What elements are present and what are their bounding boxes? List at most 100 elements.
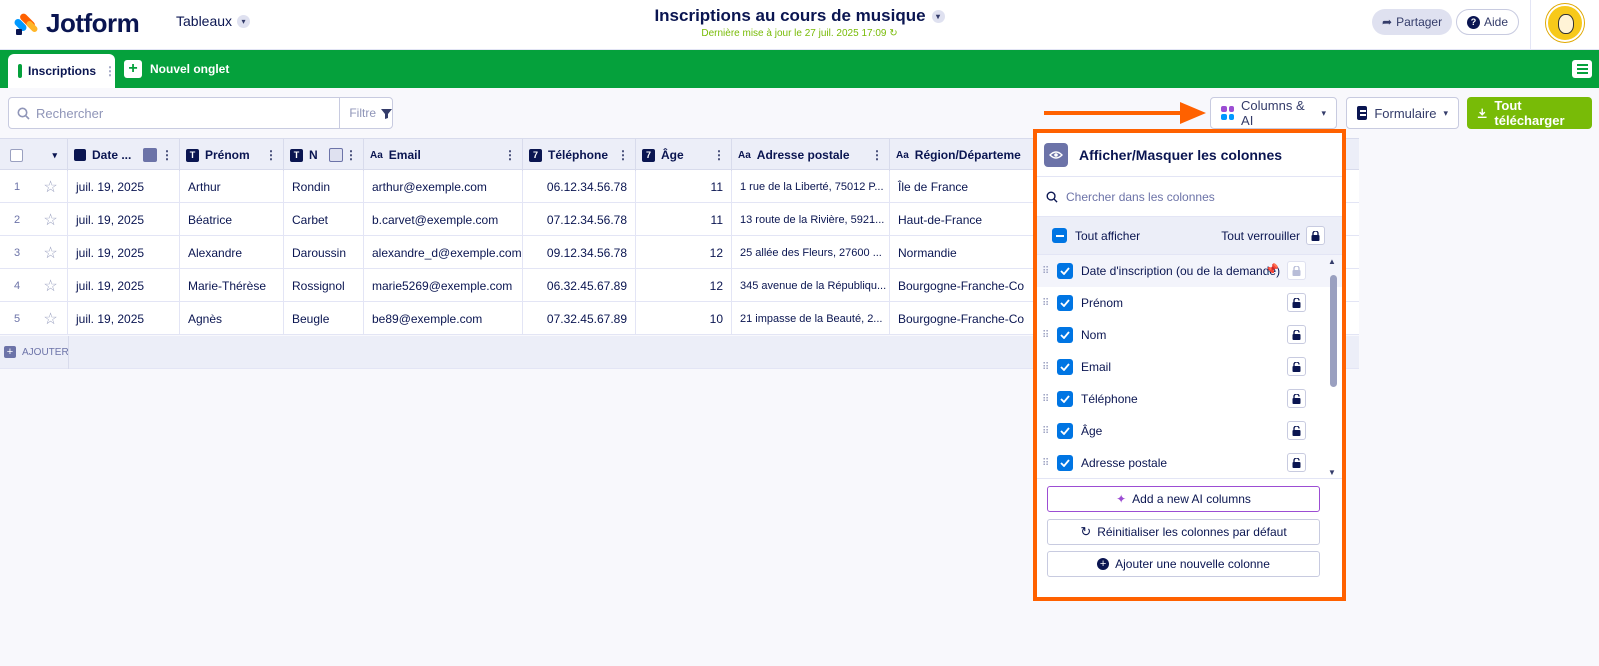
column-toggle-nom[interactable]: ⠿ Nom bbox=[1037, 319, 1342, 351]
cell-prenom[interactable]: Arthur bbox=[180, 170, 284, 203]
cell-telephone[interactable]: 06.12.34.56.78 bbox=[523, 170, 636, 203]
drag-handle-icon[interactable]: ⠿ bbox=[1042, 298, 1052, 309]
column-header-date[interactable]: Date ... ⋮ bbox=[68, 139, 180, 171]
unlock-icon[interactable] bbox=[1287, 325, 1306, 344]
column-menu-icon[interactable]: ⋮ bbox=[871, 148, 883, 162]
column-toggle-date[interactable]: ⠿ Date d'inscription (ou de la demande) … bbox=[1037, 255, 1342, 287]
cell-adresse[interactable]: 345 avenue de la Républiqu... bbox=[732, 269, 890, 302]
column-search-input[interactable]: Chercher dans les colonnes bbox=[1037, 177, 1342, 217]
cell-prenom[interactable]: Marie-Thérèse bbox=[180, 269, 284, 302]
cell-telephone[interactable]: 07.32.45.67.89 bbox=[523, 302, 636, 335]
reset-columns-button[interactable]: ↻ Réinitialiser les colonnes par défaut bbox=[1047, 519, 1320, 545]
column-menu-icon[interactable]: ⋮ bbox=[265, 148, 277, 162]
star-icon[interactable]: ☆ bbox=[34, 236, 68, 269]
cell-nom[interactable]: Carbet bbox=[284, 203, 364, 236]
checkbox-checked-icon[interactable] bbox=[1057, 327, 1073, 343]
cell-date[interactable]: juil. 19, 2025 bbox=[68, 269, 180, 302]
cell-adresse[interactable]: 1 rue de la Liberté, 75012 P... bbox=[732, 170, 890, 203]
checkbox-checked-icon[interactable] bbox=[1057, 423, 1073, 439]
checkbox-checked-icon[interactable] bbox=[1057, 359, 1073, 375]
scroll-up-icon[interactable]: ▲ bbox=[1328, 257, 1336, 266]
scrollbar[interactable]: ▲ ▼ bbox=[1328, 257, 1338, 477]
scroll-down-icon[interactable]: ▼ bbox=[1328, 468, 1336, 477]
column-header-age[interactable]: 7 Âge ⋮ bbox=[636, 139, 732, 171]
filter-button[interactable]: Filtre bbox=[339, 98, 392, 128]
page-title[interactable]: Inscriptions au cours de musique ▾ bbox=[654, 6, 945, 26]
drag-handle-icon[interactable]: ⠿ bbox=[1042, 330, 1052, 341]
star-icon[interactable]: ☆ bbox=[34, 302, 68, 335]
drag-handle-icon[interactable]: ⠿ bbox=[1042, 266, 1052, 277]
show-all-checkbox[interactable] bbox=[1052, 228, 1067, 243]
scrollbar-thumb[interactable] bbox=[1330, 275, 1337, 387]
form-button[interactable]: Formulaire ▾ bbox=[1346, 97, 1459, 129]
unlock-icon[interactable] bbox=[1287, 357, 1306, 376]
column-menu-icon[interactable]: ⋮ bbox=[345, 148, 357, 162]
cell-prenom[interactable]: Alexandre bbox=[180, 236, 284, 269]
column-toggle-email[interactable]: ⠿ Email bbox=[1037, 351, 1342, 383]
column-toggle-age[interactable]: ⠿ Âge bbox=[1037, 415, 1342, 447]
pin-icon[interactable] bbox=[143, 148, 157, 162]
help-button[interactable]: ? Aide bbox=[1456, 9, 1520, 35]
cell-email[interactable]: arthur@exemple.com bbox=[364, 170, 523, 203]
drag-handle-icon[interactable]: ⠿ bbox=[1042, 458, 1052, 469]
column-toggle-adresse[interactable]: ⠿ Adresse postale bbox=[1037, 447, 1342, 478]
cell-date[interactable]: juil. 19, 2025 bbox=[68, 203, 180, 236]
cell-date[interactable]: juil. 19, 2025 bbox=[68, 302, 180, 335]
cell-age[interactable]: 11 bbox=[636, 170, 732, 203]
cell-age[interactable]: 11 bbox=[636, 203, 732, 236]
checkbox-checked-icon[interactable] bbox=[1057, 455, 1073, 471]
column-header-telephone[interactable]: 7 Téléphone ⋮ bbox=[523, 139, 636, 171]
cell-age[interactable]: 12 bbox=[636, 236, 732, 269]
tab-inscriptions[interactable]: Inscriptions ⋮ bbox=[8, 54, 116, 88]
share-button[interactable]: ➦ Partager bbox=[1372, 9, 1453, 35]
checkbox-checked-icon[interactable] bbox=[1057, 263, 1073, 279]
resize-icon[interactable] bbox=[329, 148, 343, 162]
select-all-header[interactable]: ▾ bbox=[0, 139, 68, 171]
column-header-adresse[interactable]: Aa Adresse postale ⋮ bbox=[732, 139, 890, 171]
cell-nom[interactable]: Rondin bbox=[284, 170, 364, 203]
unlock-icon[interactable] bbox=[1287, 389, 1306, 408]
cell-email[interactable]: alexandre_d@exemple.com bbox=[364, 236, 523, 269]
cell-prenom[interactable]: Béatrice bbox=[180, 203, 284, 236]
unlock-icon[interactable] bbox=[1287, 421, 1306, 440]
checkbox-checked-icon[interactable] bbox=[1057, 391, 1073, 407]
cell-date[interactable]: juil. 19, 2025 bbox=[68, 170, 180, 203]
column-menu-icon[interactable]: ⋮ bbox=[504, 148, 516, 162]
cell-telephone[interactable]: 09.12.34.56.78 bbox=[523, 236, 636, 269]
column-menu-icon[interactable]: ⋮ bbox=[713, 148, 725, 162]
cell-date[interactable]: juil. 19, 2025 bbox=[68, 236, 180, 269]
unlock-icon[interactable] bbox=[1287, 453, 1306, 472]
cell-email[interactable]: marie5269@exemple.com bbox=[364, 269, 523, 302]
cell-adresse[interactable]: 21 impasse de la Beauté, 2... bbox=[732, 302, 890, 335]
column-toggle-telephone[interactable]: ⠿ Téléphone bbox=[1037, 383, 1342, 415]
new-tab-button[interactable]: + Nouvel onglet bbox=[124, 60, 229, 78]
refresh-icon[interactable]: ↻ bbox=[889, 28, 897, 39]
column-menu-icon[interactable]: ⋮ bbox=[617, 148, 629, 162]
cell-age[interactable]: 12 bbox=[636, 269, 732, 302]
add-ai-column-button[interactable]: ✦ Add a new AI columns bbox=[1047, 486, 1320, 512]
column-menu-icon[interactable]: ⋮ bbox=[161, 148, 173, 162]
tab-options-icon[interactable]: ⋮ bbox=[104, 64, 116, 78]
add-column-button[interactable]: + Ajouter une nouvelle colonne bbox=[1047, 551, 1320, 577]
cell-prenom[interactable]: Agnès bbox=[180, 302, 284, 335]
column-header-nom[interactable]: T N ⋮ bbox=[284, 139, 364, 171]
drag-handle-icon[interactable]: ⠿ bbox=[1042, 394, 1052, 405]
cell-adresse[interactable]: 13 route de la Rivière, 5921... bbox=[732, 203, 890, 236]
cell-nom[interactable]: Rossignol bbox=[284, 269, 364, 302]
cell-age[interactable]: 10 bbox=[636, 302, 732, 335]
drag-handle-icon[interactable]: ⠿ bbox=[1042, 426, 1052, 437]
column-header-email[interactable]: Aa Email ⋮ bbox=[364, 139, 523, 171]
cell-adresse[interactable]: 25 allée des Fleurs, 27600 ... bbox=[732, 236, 890, 269]
chevron-down-icon[interactable]: ▾ bbox=[52, 150, 57, 161]
cell-telephone[interactable]: 06.32.45.67.89 bbox=[523, 269, 636, 302]
lock-all-button[interactable]: Tout verrouiller bbox=[1221, 226, 1325, 245]
checkbox-checked-icon[interactable] bbox=[1057, 295, 1073, 311]
download-all-button[interactable]: Tout télécharger bbox=[1467, 97, 1592, 129]
unlock-icon[interactable] bbox=[1287, 293, 1306, 312]
cell-nom[interactable]: Daroussin bbox=[284, 236, 364, 269]
chevron-down-icon[interactable]: ▾ bbox=[931, 9, 945, 23]
cell-telephone[interactable]: 07.12.34.56.78 bbox=[523, 203, 636, 236]
star-icon[interactable]: ☆ bbox=[34, 269, 68, 302]
select-all-checkbox[interactable] bbox=[10, 148, 23, 162]
search-input[interactable]: Rechercher Filtre bbox=[8, 97, 393, 129]
